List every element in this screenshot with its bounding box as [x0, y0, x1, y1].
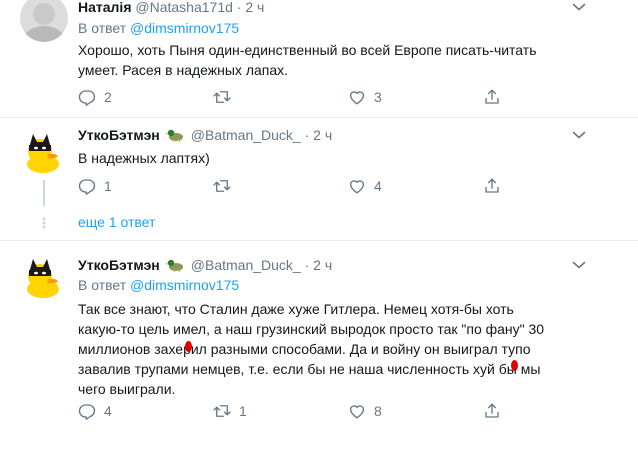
more-replies-indicator: [38, 216, 50, 234]
tweet-actions: 1 4: [78, 175, 518, 197]
chevron-down-icon[interactable]: [572, 2, 586, 12]
timestamp[interactable]: 2 ч: [245, 0, 264, 15]
tweet-text: Хорошо, хоть Пыня один-единственный во в…: [78, 40, 598, 80]
mention-link[interactable]: @dimsmirnov175: [130, 20, 239, 36]
tweet-1: Наталія @Natasha171d · 2 ч В ответ @dims…: [0, 0, 638, 118]
speech-bubble-icon: [78, 177, 96, 195]
duck-emoji-icon: [165, 258, 185, 272]
heart-icon: [348, 88, 366, 106]
like-button[interactable]: 4: [348, 175, 382, 197]
share-button[interactable]: [483, 86, 501, 108]
censor-mark: [511, 360, 518, 371]
retweet-icon: [213, 88, 231, 106]
retweet-count: 1: [239, 403, 247, 419]
user-handle[interactable]: @Batman_Duck_: [191, 257, 301, 273]
like-count: 4: [374, 178, 382, 194]
reply-button[interactable]: 4: [78, 400, 112, 422]
share-icon: [483, 88, 501, 106]
tweet-header: УткоБэтмэн @Batman_Duck_ · 2 ч: [78, 257, 332, 273]
share-button[interactable]: [483, 175, 501, 197]
reply-prefix: В ответ: [78, 277, 127, 293]
separator-dot: ·: [304, 127, 310, 143]
avatar[interactable]: [20, 0, 68, 42]
speech-bubble-icon: [78, 402, 96, 420]
tweet-text-line: Так все знают, что Сталин даже хуже Гитл…: [78, 301, 514, 317]
user-handle[interactable]: @Batman_Duck_: [191, 127, 301, 143]
tweet-text-line: чего выиграли.: [78, 381, 176, 397]
timestamp[interactable]: 2 ч: [313, 257, 332, 273]
like-button[interactable]: 3: [348, 86, 382, 108]
separator-dot: ·: [236, 0, 242, 15]
retweet-icon: [213, 177, 231, 195]
retweet-button[interactable]: [213, 86, 239, 108]
heart-icon: [348, 177, 366, 195]
like-count: 8: [374, 403, 382, 419]
timestamp[interactable]: 2 ч: [313, 127, 332, 143]
tweet-3: УткоБэтмэн @Batman_Duck_ · 2 ч В ответ @d…: [0, 241, 638, 449]
share-icon: [483, 177, 501, 195]
duck-emoji-icon: [165, 128, 185, 142]
retweet-button[interactable]: 1: [213, 400, 247, 422]
tweet-text-line: умеет. Расея в надежных лапах.: [78, 62, 289, 78]
reply-context: В ответ @dimsmirnov175: [78, 277, 239, 293]
retweet-button[interactable]: [213, 175, 239, 197]
reply-count: 1: [104, 178, 112, 194]
reply-button[interactable]: 1: [78, 175, 112, 197]
tweet-text: Так все знают, что Сталин даже хуже Гитл…: [78, 299, 598, 399]
reply-count: 2: [104, 89, 112, 105]
share-button[interactable]: [483, 400, 501, 422]
tweet-text-line: В надежных лаптях): [78, 150, 210, 166]
like-button[interactable]: 8: [348, 400, 382, 422]
separator-dot: ·: [304, 257, 310, 273]
show-more-replies-link[interactable]: еще 1 ответ: [78, 214, 155, 230]
share-icon: [483, 402, 501, 420]
tweet-text-line: какую-то цель имел, а наш грузинский выр…: [78, 321, 545, 337]
tweet-header: УткоБэтмэн @Batman_Duck_ · 2 ч: [78, 127, 332, 143]
user-handle[interactable]: @Natasha171d: [135, 0, 233, 15]
tweet-header: Наталія @Natasha171d · 2 ч: [78, 0, 264, 15]
tweet-text-line: миллионов захерил разными способами. Да …: [78, 341, 531, 357]
display-name[interactable]: УткоБэтмэн: [78, 127, 160, 143]
reply-count: 4: [104, 403, 112, 419]
mention-link[interactable]: @dimsmirnov175: [130, 277, 239, 293]
chevron-down-icon[interactable]: [572, 130, 586, 140]
display-name[interactable]: Наталія: [78, 0, 132, 15]
reply-context: В ответ @dimsmirnov175: [78, 20, 239, 36]
tweet-actions: 4 1 8: [78, 400, 518, 422]
avatar[interactable]: [20, 253, 68, 301]
reply-button[interactable]: 2: [78, 86, 112, 108]
speech-bubble-icon: [78, 88, 96, 106]
tweet-text-line: Хорошо, хоть Пыня один-единственный во в…: [78, 42, 537, 58]
thread-connector: [43, 180, 45, 206]
heart-icon: [348, 402, 366, 420]
censor-mark: [185, 341, 192, 352]
avatar[interactable]: [20, 128, 68, 176]
tweet-2: УткоБэтмэн @Batman_Duck_ · 2 ч В надежных…: [0, 118, 638, 240]
chevron-down-icon[interactable]: [572, 260, 586, 270]
reply-prefix: В ответ: [78, 20, 127, 36]
display-name[interactable]: УткоБэтмэн: [78, 257, 160, 273]
tweet-text-line: завалив трупами немцев, т.е. если бы не …: [78, 361, 541, 377]
tweet-text: В надежных лаптях): [78, 148, 598, 168]
tweet-actions: 2 3: [78, 86, 518, 108]
like-count: 3: [374, 89, 382, 105]
retweet-icon: [213, 402, 231, 420]
